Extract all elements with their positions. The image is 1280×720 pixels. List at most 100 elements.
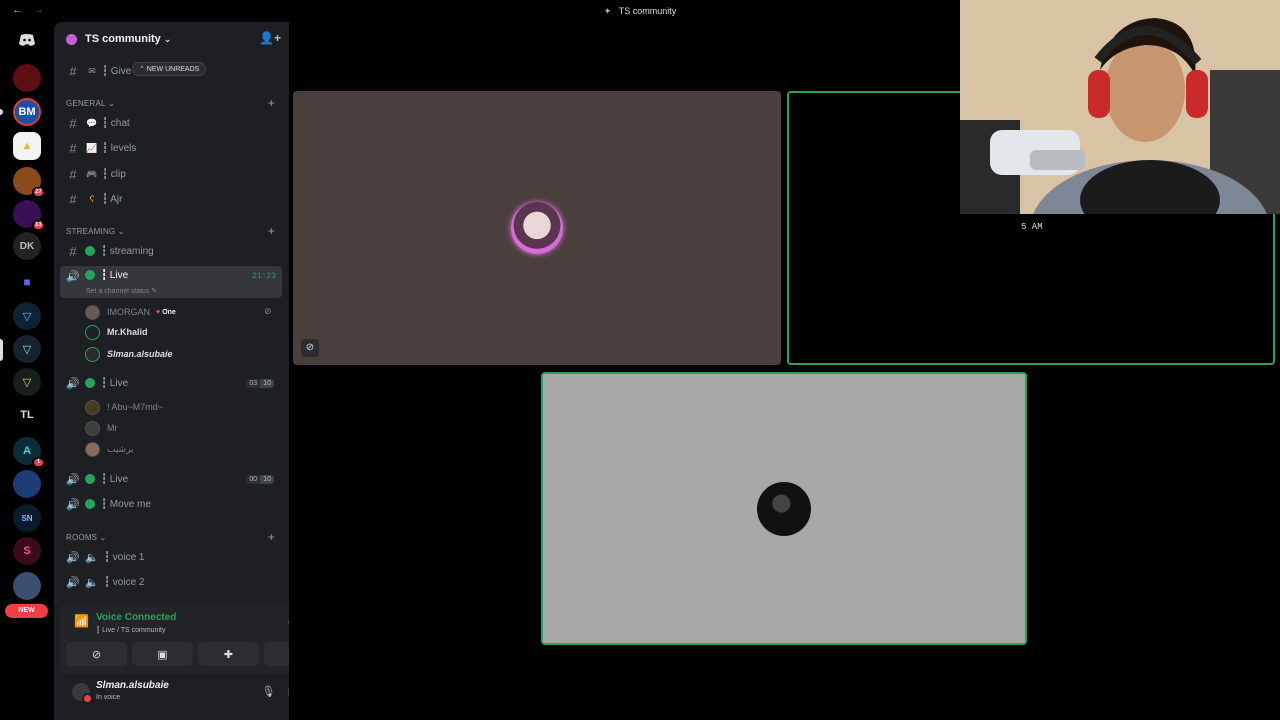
voice-channel-move-me[interactable]: 🔊 ┇ Move me <box>60 493 282 515</box>
voice-channel-path[interactable]: ┇ Live / TS community <box>96 626 165 634</box>
avatar <box>85 420 100 436</box>
server-icon[interactable]: S <box>13 537 41 565</box>
forward-arrow-icon[interactable]: → <box>33 4 44 16</box>
channel-clip[interactable]: # 🎮 ┇ clip <box>60 163 282 185</box>
hash-icon: # <box>69 243 77 259</box>
user-tag: One <box>156 309 176 316</box>
category-rooms[interactable]: ROOMS ⌄ + <box>66 530 281 544</box>
user-limit: 10 <box>260 378 274 388</box>
screen-share-button[interactable]: ▣ <box>132 642 193 666</box>
channel-streaming[interactable]: # ┇ streaming <box>60 240 282 262</box>
hash-icon: # <box>69 63 77 79</box>
speaker-icon: 🔊 <box>66 377 80 390</box>
voice-user[interactable]: IMORGAN One <box>85 303 176 321</box>
avatar <box>757 482 811 536</box>
discord-app: ← → ✦ TS community BM ▲ 27 13 DK ■ ▽ ▽ ▽… <box>0 0 1280 720</box>
channel-status-hint[interactable]: Set a channel status ✎ <box>86 287 157 295</box>
server-icon[interactable]: A1 <box>13 437 45 468</box>
microphone-icon[interactable]: 🎙 <box>261 685 275 698</box>
user-limit: 10 <box>260 474 274 484</box>
avatar <box>85 346 100 362</box>
mention-badge: 13 <box>32 220 45 231</box>
signal-icon: 📶 <box>74 614 89 628</box>
avatar <box>85 441 100 457</box>
channel-ajr[interactable]: # ʕ ┇ Ajr <box>60 188 282 210</box>
speech-bubble-icon: 💬 <box>86 117 98 128</box>
hash-icon: # <box>69 140 77 156</box>
clock-text: 5 AM <box>1021 222 1043 232</box>
window-title: TS community <box>618 6 677 16</box>
channel-label: ┇ voice 2 <box>104 576 145 588</box>
back-arrow-icon[interactable]: ← <box>12 4 23 16</box>
new-unreads-pill[interactable]: ⌃ NEW UNREADS <box>132 62 207 76</box>
chevron-down-icon: ⌄ <box>163 33 172 44</box>
voice-user[interactable]: Mr <box>85 419 118 437</box>
voice-connected-label[interactable]: Voice Connected <box>96 612 176 623</box>
voice-user[interactable]: ! Abu~M7md~ <box>85 398 163 416</box>
guild-header[interactable]: TS community ⌄ 👤+ <box>66 30 281 48</box>
category-general[interactable]: GENERAL ⌄ + <box>66 96 281 110</box>
stream-timer: 21:23 <box>251 272 276 281</box>
add-channel-icon[interactable]: + <box>268 224 275 238</box>
folder-icon[interactable]: ■ <box>13 268 41 296</box>
voice-channel-live[interactable]: 🔊 ┇ Live 03 10 <box>60 372 282 394</box>
avatar[interactable] <box>70 681 93 704</box>
server-rail: BM ▲ 27 13 DK ■ ▽ ▽ ▽ TL A1 SN S NEW <box>0 22 54 720</box>
server-icon[interactable]: TL <box>13 401 41 429</box>
prayer-icon: ʕ <box>89 194 95 204</box>
channel-label: ┇ Move me <box>101 498 151 510</box>
mention-badge: 1 <box>32 457 45 468</box>
category-streaming[interactable]: STREAMING ⌄ + <box>66 224 281 238</box>
channel-chat[interactable]: # 💬 ┇ chat <box>60 112 282 134</box>
voice-channel-voice-2[interactable]: 🔊 🔈 ┇ voice 2 <box>60 571 282 593</box>
guild-name: TS community <box>85 33 161 45</box>
voice-user-name: IMORGAN <box>107 307 151 317</box>
server-icon[interactable] <box>13 470 41 498</box>
add-channel-icon[interactable]: + <box>268 530 275 544</box>
video-off-icon: ⊘ <box>301 339 319 357</box>
channel-levels[interactable]: # 📈 ┇ levels <box>60 137 282 159</box>
clip-icon: 🎮 <box>86 168 98 179</box>
speaker-emoji-icon: 🔈 <box>85 551 99 564</box>
new-badge[interactable]: NEW <box>5 604 48 618</box>
camera-off-button[interactable]: ⊘ <box>66 642 127 666</box>
green-circle-icon <box>85 474 95 484</box>
speaker-icon: 🔊 <box>66 271 80 283</box>
voice-user[interactable]: برشيب <box>85 440 134 458</box>
server-icon[interactable] <box>13 64 41 92</box>
participant-tile-speaking[interactable] <box>541 372 1027 645</box>
activities-icon: ✚ <box>223 648 234 661</box>
current-username[interactable]: Slman.alsubaie <box>96 680 169 691</box>
speaker-icon: 🔊 <box>66 473 80 486</box>
server-icon[interactable]: BM <box>13 98 41 126</box>
camera-off-icon: ⊘ <box>91 648 102 661</box>
add-channel-icon[interactable]: + <box>268 96 275 110</box>
server-icon[interactable]: ▲ <box>13 132 41 160</box>
discord-home-icon[interactable] <box>13 26 41 54</box>
voice-channel-live[interactable]: 🔊 ┇ Live 00 10 <box>60 468 282 490</box>
green-circle-icon <box>85 499 95 509</box>
channel-label: ┇ clip <box>102 168 126 180</box>
server-icon[interactable]: 13 <box>13 200 45 231</box>
voice-user[interactable]: Slman.alsubaie <box>85 345 173 363</box>
avatar <box>511 202 563 254</box>
server-icon[interactable]: 27 <box>13 167 45 198</box>
channel-label: ┇ streaming <box>101 245 154 257</box>
activities-button[interactable]: ✚ <box>198 642 259 666</box>
server-icon[interactable]: ▽ <box>13 368 41 396</box>
server-icon[interactable] <box>13 572 41 600</box>
invite-people-icon[interactable]: 👤+ <box>259 31 281 45</box>
speaker-icon: 🔊 <box>66 576 80 589</box>
screen-share-icon: ▣ <box>157 648 168 661</box>
category-label: STREAMING <box>66 226 116 236</box>
server-icon[interactable]: DK <box>13 232 41 260</box>
server-icon[interactable]: ▽ <box>13 302 41 330</box>
voice-user-name: Mr.Khalid <box>107 327 148 337</box>
participant-tile[interactable]: ⊘ <box>293 91 781 365</box>
voice-user[interactable]: Mr.Khalid <box>85 323 148 341</box>
server-icon[interactable]: SN <box>13 504 41 532</box>
server-icon[interactable]: ▽ <box>13 335 41 363</box>
user-limit-counter: 03 10 <box>246 378 274 388</box>
guild-icon <box>66 33 77 45</box>
voice-channel-voice-1[interactable]: 🔊 🔈 ┇ voice 1 <box>60 546 282 568</box>
